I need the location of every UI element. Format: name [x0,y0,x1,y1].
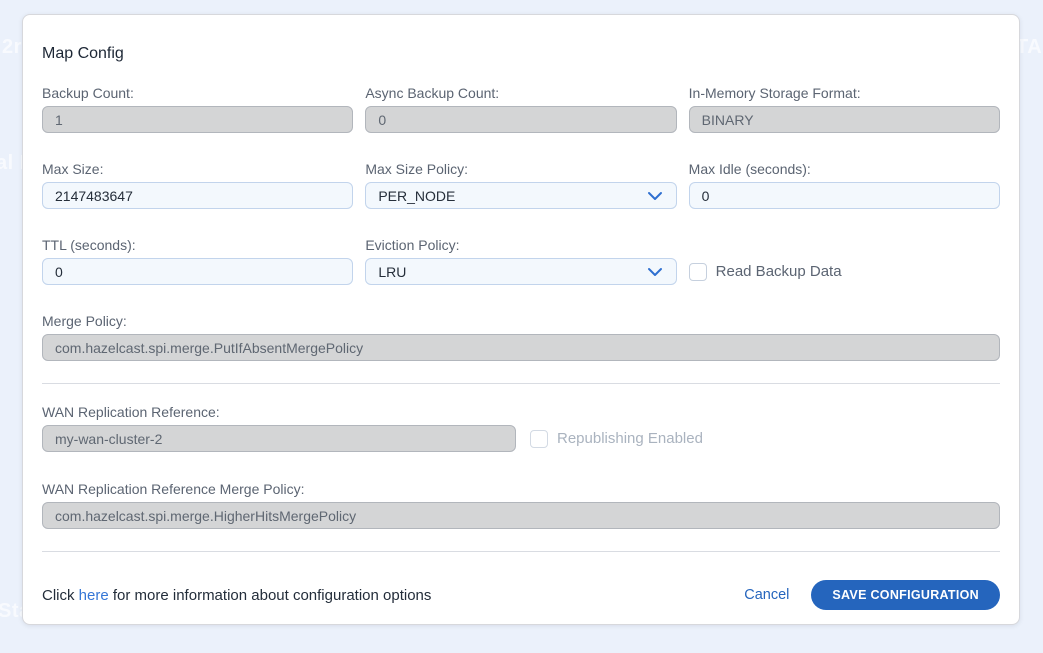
wan-replication-reference-row: WAN Replication Reference: Republishing … [42,403,1000,452]
wan-replication-reference-field-group: WAN Replication Reference: [42,403,516,452]
republishing-enabled-field-group: Republishing Enabled [530,425,703,452]
merge-policy-input [42,334,1000,361]
max-size-policy-field-group: Max Size Policy: PER_NODE [365,160,676,209]
backup-count-label: Backup Count: [42,84,353,102]
wan-merge-policy-field-group: WAN Replication Reference Merge Policy: [42,480,1000,529]
eviction-policy-label: Eviction Policy: [365,236,676,254]
wan-replication-reference-input [42,425,516,452]
info-text-prefix: Click [42,587,79,604]
read-backup-data-field-group: Read Backup Data [689,258,1000,285]
max-size-policy-select[interactable]: PER_NODE [365,182,676,209]
dialog-footer: Click here for more information about co… [42,580,1000,610]
read-backup-data-checkbox[interactable] [689,263,707,281]
chevron-down-icon [647,267,663,277]
async-backup-count-input [365,106,676,133]
in-memory-storage-format-label: In-Memory Storage Format: [689,84,1000,102]
max-size-policy-label: Max Size Policy: [365,160,676,178]
max-idle-field-group: Max Idle (seconds): [689,160,1000,209]
info-text: Click here for more information about co… [42,587,431,604]
backup-count-field-group: Backup Count: [42,84,353,133]
ttl-field-group: TTL (seconds): [42,236,353,285]
in-memory-storage-format-input [689,106,1000,133]
max-size-label: Max Size: [42,160,353,178]
form-row-1: Backup Count: Async Backup Count: In-Mem… [42,84,1000,133]
section-divider [42,383,1000,384]
max-size-input[interactable] [42,182,353,209]
async-backup-count-field-group: Async Backup Count: [365,84,676,133]
form-row-3: TTL (seconds): Eviction Policy: LRU Read… [42,236,1000,285]
save-configuration-button[interactable]: SAVE CONFIGURATION [811,580,1000,610]
dialog-title: Map Config [42,45,1000,63]
here-link[interactable]: here [79,587,109,604]
info-text-suffix: for more information about configuration… [109,587,432,604]
async-backup-count-label: Async Backup Count: [365,84,676,102]
backup-count-input [42,106,353,133]
wan-merge-policy-label: WAN Replication Reference Merge Policy: [42,480,1000,498]
republishing-enabled-label: Republishing Enabled [557,430,703,447]
eviction-policy-field-group: Eviction Policy: LRU [365,236,676,285]
cancel-button[interactable]: Cancel [744,587,789,603]
max-size-field-group: Max Size: [42,160,353,209]
max-idle-label: Max Idle (seconds): [689,160,1000,178]
republishing-enabled-checkbox [530,430,548,448]
chevron-down-icon [647,191,663,201]
eviction-policy-selected-value: LRU [378,264,406,280]
max-size-policy-selected-value: PER_NODE [378,188,455,204]
ttl-input[interactable] [42,258,353,285]
merge-policy-label: Merge Policy: [42,312,1000,330]
in-memory-storage-format-field-group: In-Memory Storage Format: [689,84,1000,133]
wan-replication-reference-label: WAN Replication Reference: [42,403,516,421]
map-config-dialog: Map Config Backup Count: Async Backup Co… [22,14,1020,625]
footer-actions: Cancel SAVE CONFIGURATION [744,580,1000,610]
wan-merge-policy-input [42,502,1000,529]
eviction-policy-select[interactable]: LRU [365,258,676,285]
ttl-label: TTL (seconds): [42,236,353,254]
max-idle-input[interactable] [689,182,1000,209]
merge-policy-field-group: Merge Policy: [42,312,1000,361]
read-backup-data-label: Read Backup Data [716,263,842,280]
section-divider [42,551,1000,552]
form-row-2: Max Size: Max Size Policy: PER_NODE Max … [42,160,1000,209]
